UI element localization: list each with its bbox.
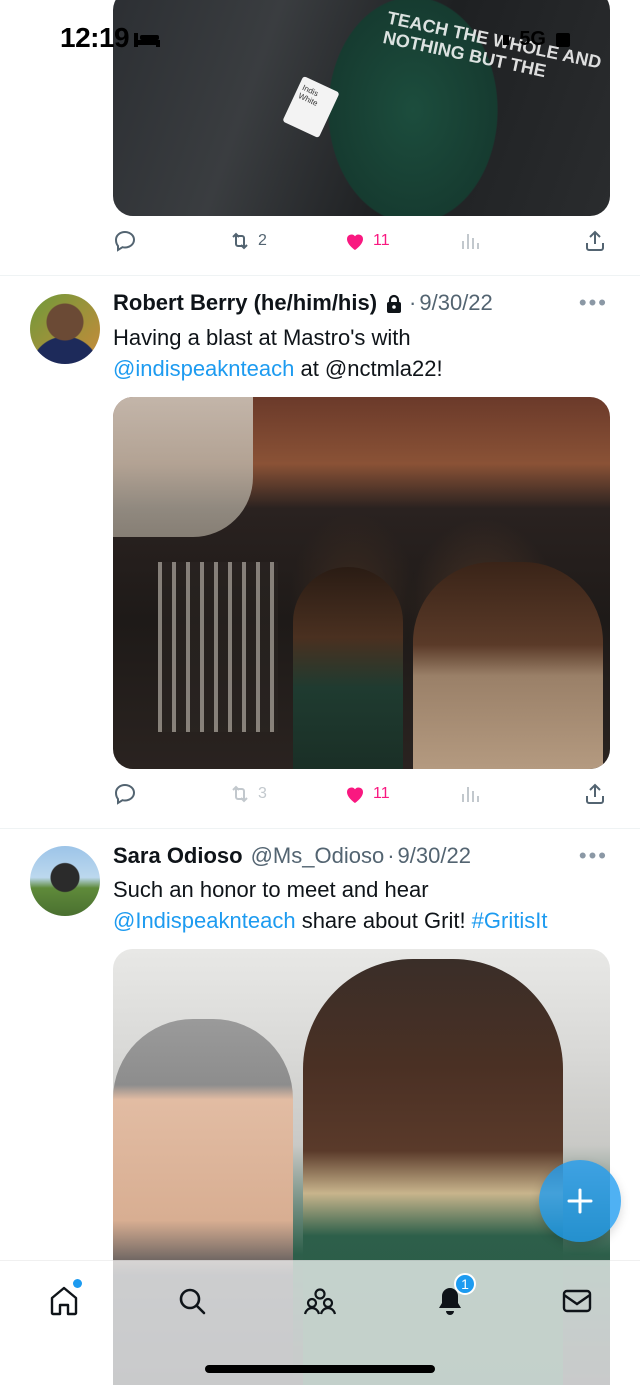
views-button[interactable] <box>458 229 482 253</box>
retweet-button[interactable]: 3 <box>228 782 267 806</box>
tweet-photo[interactable] <box>113 397 610 769</box>
tweet-text: Having a blast at Mastro's with @indispe… <box>113 322 613 384</box>
share-button[interactable] <box>583 229 607 253</box>
share-icon <box>586 230 604 251</box>
name-badge: Indis White <box>282 75 340 139</box>
heart-icon <box>347 234 363 250</box>
mention-link[interactable]: @indispeaknteach <box>113 356 294 381</box>
notifications-badge: 1 <box>454 1273 476 1295</box>
reply-button[interactable] <box>113 229 143 253</box>
tweet-text-part: share about Grit! <box>295 908 472 933</box>
tweet-text: Such an honor to meet and hear @Indispea… <box>113 874 613 936</box>
author-name[interactable]: Robert Berry (he/him/his) <box>113 290 377 316</box>
retweet-icon <box>232 232 248 250</box>
person-right <box>413 562 603 769</box>
wine-wall <box>158 562 278 732</box>
new-posts-dot <box>73 1279 82 1288</box>
like-count: 11 <box>373 232 390 249</box>
reply-icon <box>114 783 136 805</box>
nav-messages[interactable] <box>557 1281 597 1321</box>
retweet-icon <box>232 785 248 803</box>
avatar[interactable] <box>30 846 100 916</box>
mail-icon <box>562 1289 592 1313</box>
separator-dot: · <box>387 843 395 868</box>
compose-icon <box>567 1188 593 1214</box>
share-icon <box>586 783 604 804</box>
nav-communities[interactable] <box>300 1281 340 1321</box>
views-button[interactable] <box>458 782 482 806</box>
avatar[interactable] <box>30 294 100 364</box>
tweet-text-part: Having a blast at Mastro's with <box>113 325 411 350</box>
reply-button[interactable] <box>113 782 143 806</box>
home-icon <box>50 1286 78 1316</box>
tweet-header: Sara Odioso @Ms_Odioso · 9/30/22 <box>113 843 471 869</box>
more-icon[interactable]: ••• <box>579 843 608 869</box>
author-handle[interactable]: @Ms_Odioso <box>251 843 385 869</box>
divider <box>0 828 640 829</box>
divider <box>0 275 640 276</box>
tweet-header: Robert Berry (he/him/his) · 9/30/22 <box>113 290 493 316</box>
mention-link[interactable]: @Indispeaknteach <box>113 908 296 933</box>
compose-button[interactable] <box>539 1160 621 1242</box>
separator-dot: · <box>409 290 417 315</box>
author-name[interactable]: Sara Odioso <box>113 843 243 869</box>
views-icon <box>462 787 479 802</box>
nav-search[interactable] <box>172 1281 212 1321</box>
nav-notifications[interactable]: 1 <box>430 1273 476 1321</box>
tweet-text-part: at @nctmla22! <box>294 356 443 381</box>
tweet-photo[interactable]: TEACH THE WHOLE AND NOTHING BUT THE Indi… <box>113 0 610 216</box>
retweet-count: 2 <box>258 232 267 249</box>
reply-icon <box>114 230 136 252</box>
tweet-text-part: Such an honor to meet and hear <box>113 877 429 902</box>
like-button[interactable]: 11 <box>343 229 390 253</box>
share-button[interactable] <box>583 782 607 806</box>
photo-shirt-text: TEACH THE WHOLE AND NOTHING BUT THE <box>381 7 604 82</box>
tweet-actions: 2 11 <box>113 229 610 259</box>
retweet-count: 3 <box>258 785 267 802</box>
heart-icon <box>347 787 363 803</box>
like-button[interactable]: 11 <box>343 782 390 806</box>
home-indicator <box>205 1365 435 1373</box>
nav-home[interactable] <box>44 1279 84 1321</box>
tweet-date[interactable]: 9/30/22 <box>398 843 471 869</box>
like-count: 11 <box>373 785 390 802</box>
hashtag-link[interactable]: #GritisIt <box>472 908 548 933</box>
retweet-button[interactable]: 2 <box>228 229 267 253</box>
lock-icon <box>387 294 402 313</box>
search-icon <box>179 1288 206 1315</box>
chandelier <box>113 397 253 537</box>
tweet-date[interactable]: 9/30/22 <box>419 290 492 316</box>
person-left <box>293 567 403 769</box>
more-icon[interactable]: ••• <box>579 290 608 316</box>
tweet-actions: 3 11 <box>113 782 610 812</box>
views-icon <box>462 234 479 249</box>
communities-icon <box>303 1288 337 1315</box>
